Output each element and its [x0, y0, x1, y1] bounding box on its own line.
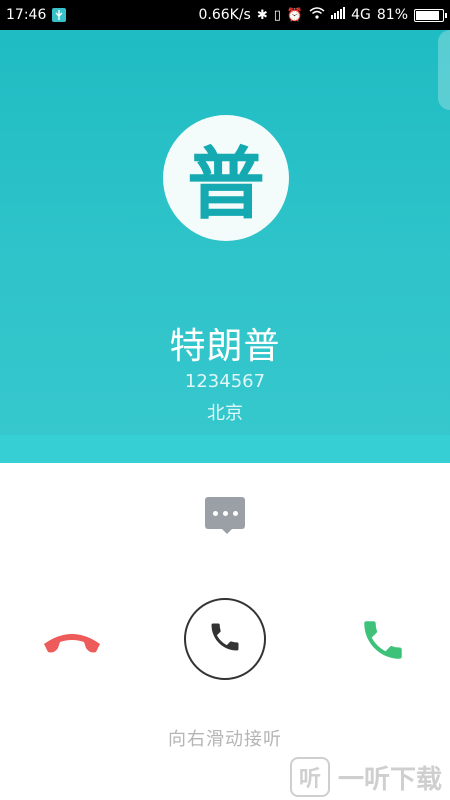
status-bar: 17:46 0.66K/s ✱ ▯ ⏰ 4G 81% — [0, 0, 450, 30]
message-dot — [232, 510, 238, 516]
bluetooth-icon: ✱ — [256, 7, 268, 23]
message-dot — [212, 510, 218, 516]
phone-icon — [207, 619, 243, 659]
answer-slider[interactable] — [184, 598, 266, 680]
status-left: 17:46 — [6, 7, 67, 23]
incoming-call-screen: 17:46 0.66K/s ✱ ▯ ⏰ 4G 81% 普 特朗普 1234567… — [0, 0, 450, 800]
avatar-char: 普 — [186, 140, 265, 230]
caller-location: 北京 — [207, 403, 243, 424]
edge-handle[interactable] — [438, 30, 450, 110]
header-band — [0, 435, 450, 463]
caller-avatar: 普 — [163, 115, 289, 241]
caller-number: 1234567 — [184, 371, 266, 392]
battery-fill — [416, 10, 439, 20]
battery-percent: 81% — [376, 7, 408, 23]
alarm-icon: ⏰ — [286, 7, 304, 23]
swipe-hint: 向右滑动接听 — [168, 729, 282, 750]
message-dot — [222, 510, 228, 516]
watermark-text: 一听下载 — [338, 764, 443, 795]
usb-icon — [52, 8, 67, 22]
message-icon-tail — [221, 528, 233, 534]
caller-name: 特朗普 — [169, 326, 281, 367]
battery-icon — [414, 8, 447, 22]
network-type: 4G — [351, 7, 371, 23]
caller-header: 普 特朗普 1234567 北京 — [0, 30, 450, 463]
wifi-icon — [309, 7, 325, 23]
net-speed: 0.66K/s — [198, 7, 251, 23]
watermark: 听 一听下载 — [290, 754, 450, 800]
status-right: 0.66K/s ✱ ▯ ⏰ 4G 81% — [198, 7, 447, 23]
status-time: 17:46 — [6, 7, 47, 23]
signal-icon — [331, 7, 346, 23]
watermark-logo: 听 — [290, 757, 330, 797]
message-icon[interactable] — [205, 497, 245, 529]
vibrate-icon: ▯ — [273, 7, 281, 23]
battery-cap — [445, 12, 447, 18]
phone-hangup-icon[interactable] — [40, 620, 104, 660]
phone-answer-icon[interactable] — [355, 615, 411, 665]
